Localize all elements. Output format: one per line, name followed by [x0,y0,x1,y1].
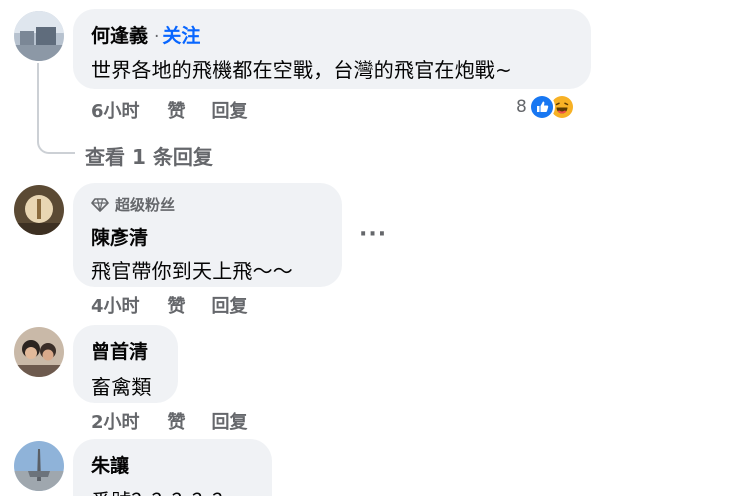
comments-panel: 何逢義 · 关注 世界各地的飛機都在空戰，台灣的飛官在炮戰~ 6小时 赞 回复 … [0,0,749,496]
comment-actions: 2小时 赞 回复 [91,408,274,434]
separator-dot: · [154,27,160,47]
comment-author[interactable]: 朱讓 [91,451,272,478]
reply-button[interactable]: 回复 [212,292,248,318]
comment-actions: 4小时 赞 回复 [91,292,274,318]
like-icon [528,94,555,120]
comment-bubble: 朱讓 番號？？？？？ [73,439,272,496]
comment-author[interactable]: 何逢義 [91,21,148,48]
like-button[interactable]: 赞 [168,408,186,434]
comment-timestamp[interactable]: 4小时 [91,292,140,318]
comment-timestamp[interactable]: 2小时 [91,408,140,434]
comment-text: 番號？？？？？ [91,485,272,496]
comment-author[interactable]: 陳彥清 [91,223,342,250]
avatar[interactable] [14,327,64,377]
follow-button[interactable]: 关注 [162,21,200,48]
comment-bubble: 超级粉丝 陳彥清 飛官帶你到天上飛～～ [73,183,342,287]
reply-button[interactable]: 回复 [212,408,248,434]
comment-text: 世界各地的飛機都在空戰，台灣的飛官在炮戰~ [91,58,512,82]
comment-timestamp[interactable]: 6小时 [91,97,140,123]
comment-author[interactable]: 曾首清 [91,337,178,364]
comment-bubble: 曾首清 畜禽類 [73,325,178,403]
reply-thread-line [37,63,75,154]
reaction-count: 8 [516,97,527,117]
comment-actions: 6小时 赞 回复 [91,97,274,123]
badge-label: 超级粉丝 [115,196,176,214]
avatar[interactable] [14,441,64,491]
comment-text: 畜禽類 [91,375,152,399]
like-button[interactable]: 赞 [168,97,186,123]
avatar[interactable] [14,185,64,235]
top-fan-badge: 超级粉丝 [91,194,342,215]
diamond-icon [91,197,109,212]
reaction-summary[interactable]: 8 [516,94,575,120]
comment-text: 飛官帶你到天上飛～～ [91,259,293,283]
more-options-button[interactable]: ··· [359,222,387,247]
like-button[interactable]: 赞 [168,292,186,318]
comment-bubble: 何逢義 · 关注 世界各地的飛機都在空戰，台灣的飛官在炮戰~ [73,9,591,89]
view-replies-link[interactable]: 查看 1 条回复 [85,141,213,170]
avatar[interactable] [14,11,64,61]
reply-button[interactable]: 回复 [212,97,248,123]
